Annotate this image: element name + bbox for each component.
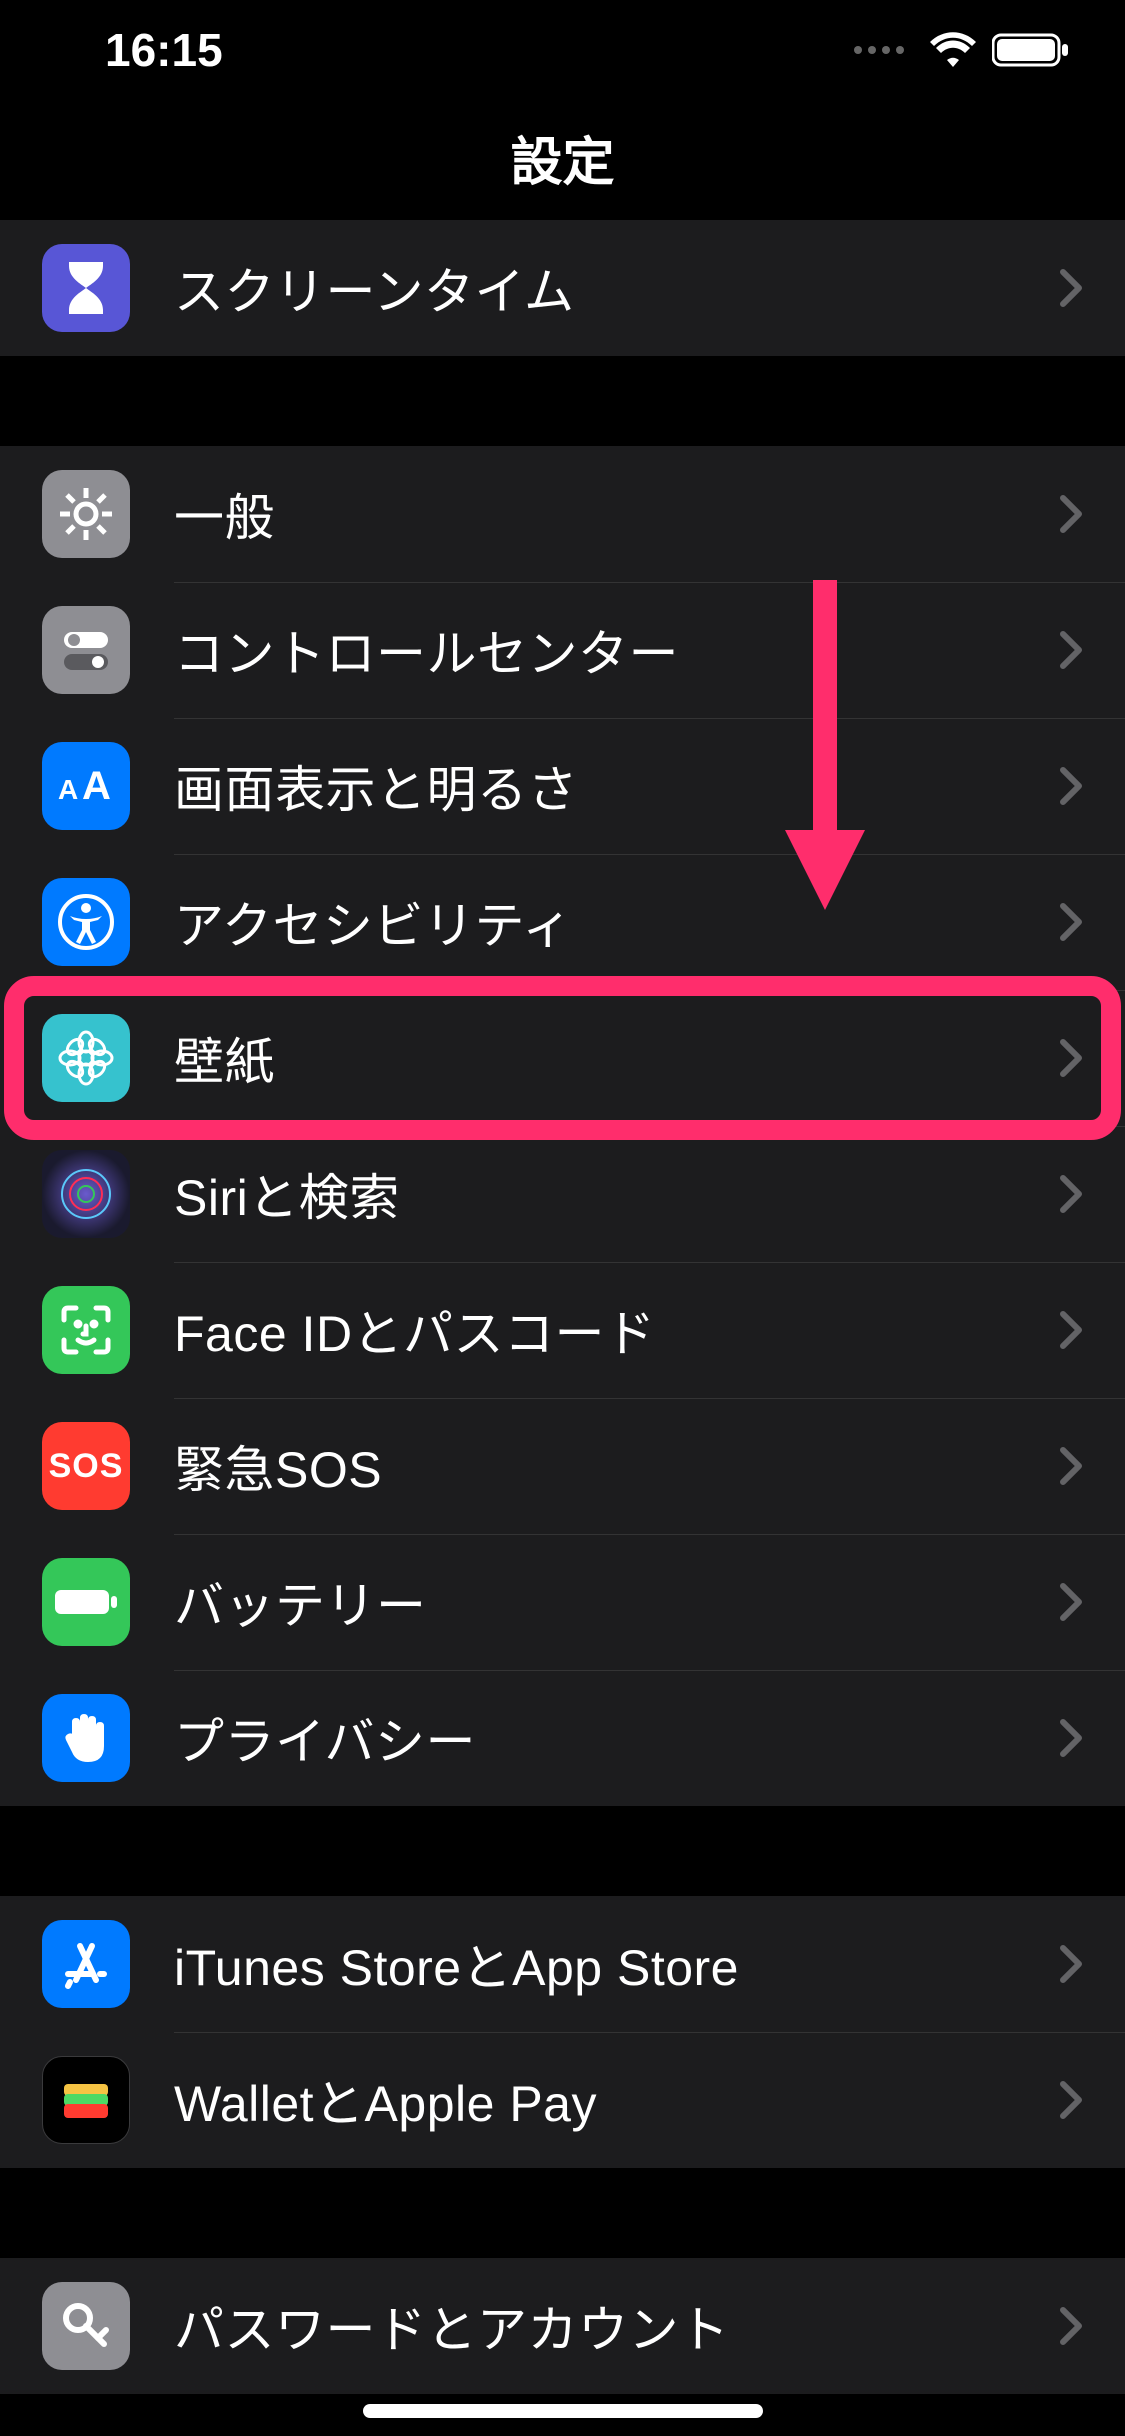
- chevron-right-icon: [1059, 766, 1083, 806]
- settings-group-2: iTunes StoreとApp Store WalletとApple Pay: [0, 1896, 1125, 2168]
- status-time: 16:15: [105, 23, 223, 77]
- settings-group-1: 一般 コントロールセンター AA 画面表示と明るさ: [0, 446, 1125, 1806]
- chevron-right-icon: [1059, 902, 1083, 942]
- chevron-right-icon: [1059, 2080, 1083, 2120]
- toggles-icon: [42, 606, 130, 694]
- chevron-right-icon: [1059, 630, 1083, 670]
- row-label: プライバシー: [174, 1702, 1059, 1774]
- face-id-icon: [42, 1286, 130, 1374]
- wifi-icon: [928, 31, 978, 69]
- chevron-right-icon: [1059, 1944, 1083, 1984]
- row-label: 画面表示と明るさ: [174, 750, 1059, 822]
- row-label: コントロールセンター: [174, 614, 1059, 686]
- sos-icon: SOS: [42, 1422, 130, 1510]
- row-label: Face IDとパスコード: [174, 1294, 1059, 1366]
- battery-icon: [992, 31, 1070, 69]
- row-display-brightness[interactable]: AA 画面表示と明るさ: [0, 718, 1125, 854]
- chevron-right-icon: [1059, 1718, 1083, 1758]
- key-icon: [42, 2282, 130, 2370]
- chevron-right-icon: [1059, 1582, 1083, 1622]
- row-privacy[interactable]: プライバシー: [0, 1670, 1125, 1806]
- chevron-right-icon: [1059, 1446, 1083, 1486]
- row-wallpaper[interactable]: 壁紙: [0, 990, 1125, 1126]
- row-battery[interactable]: バッテリー: [0, 1534, 1125, 1670]
- flower-icon: [42, 1014, 130, 1102]
- row-emergency-sos[interactable]: SOS 緊急SOS: [0, 1398, 1125, 1534]
- appstore-icon: [42, 1920, 130, 2008]
- row-label: iTunes StoreとApp Store: [174, 1928, 1059, 2000]
- row-wallet-applepay[interactable]: WalletとApple Pay: [0, 2032, 1125, 2168]
- row-label: バッテリー: [174, 1566, 1059, 1638]
- chevron-right-icon: [1059, 2306, 1083, 2346]
- row-screen-time[interactable]: スクリーンタイム: [0, 220, 1125, 356]
- home-indicator[interactable]: [363, 2404, 763, 2418]
- row-label: アクセシビリティ: [174, 886, 1059, 958]
- row-label: Siriと検索: [174, 1158, 1059, 1230]
- row-face-id-passcode[interactable]: Face IDとパスコード: [0, 1262, 1125, 1398]
- status-bar: 16:15: [0, 0, 1125, 100]
- row-label: 壁紙: [174, 1022, 1059, 1094]
- gear-icon: [42, 470, 130, 558]
- accessibility-icon: [42, 878, 130, 966]
- hourglass-icon: [42, 244, 130, 332]
- settings-list[interactable]: スクリーンタイム 一般 コントロールセンター: [0, 220, 1125, 2436]
- battery-full-icon: [42, 1558, 130, 1646]
- chevron-right-icon: [1059, 1174, 1083, 1214]
- row-label: パスワードとアカウント: [174, 2290, 1059, 2362]
- settings-group-3: パスワードとアカウント: [0, 2258, 1125, 2394]
- row-itunes-appstore[interactable]: iTunes StoreとApp Store: [0, 1896, 1125, 2032]
- settings-screen: 16:15 設定 スクリーンタイム: [0, 0, 1125, 2436]
- chevron-right-icon: [1059, 1038, 1083, 1078]
- cellular-dots-icon: [854, 46, 904, 54]
- hand-icon: [42, 1694, 130, 1782]
- row-label: 一般: [174, 478, 1059, 550]
- wallet-icon: [42, 2056, 130, 2144]
- svg-text:A: A: [58, 774, 78, 805]
- chevron-right-icon: [1059, 1310, 1083, 1350]
- text-size-icon: AA: [42, 742, 130, 830]
- row-control-center[interactable]: コントロールセンター: [0, 582, 1125, 718]
- siri-icon: [42, 1150, 130, 1238]
- row-passwords-accounts[interactable]: パスワードとアカウント: [0, 2258, 1125, 2394]
- settings-group-0: スクリーンタイム: [0, 220, 1125, 356]
- row-label: WalletとApple Pay: [174, 2064, 1059, 2136]
- svg-text:A: A: [82, 764, 111, 808]
- row-label: スクリーンタイム: [174, 252, 1059, 324]
- chevron-right-icon: [1059, 268, 1083, 308]
- row-siri-search[interactable]: Siriと検索: [0, 1126, 1125, 1262]
- row-general[interactable]: 一般: [0, 446, 1125, 582]
- chevron-right-icon: [1059, 494, 1083, 534]
- sos-text: SOS: [49, 1447, 124, 1486]
- row-label: 緊急SOS: [174, 1430, 1059, 1502]
- status-right: [854, 31, 1070, 69]
- row-accessibility[interactable]: アクセシビリティ: [0, 854, 1125, 990]
- page-title: 設定: [0, 120, 1125, 195]
